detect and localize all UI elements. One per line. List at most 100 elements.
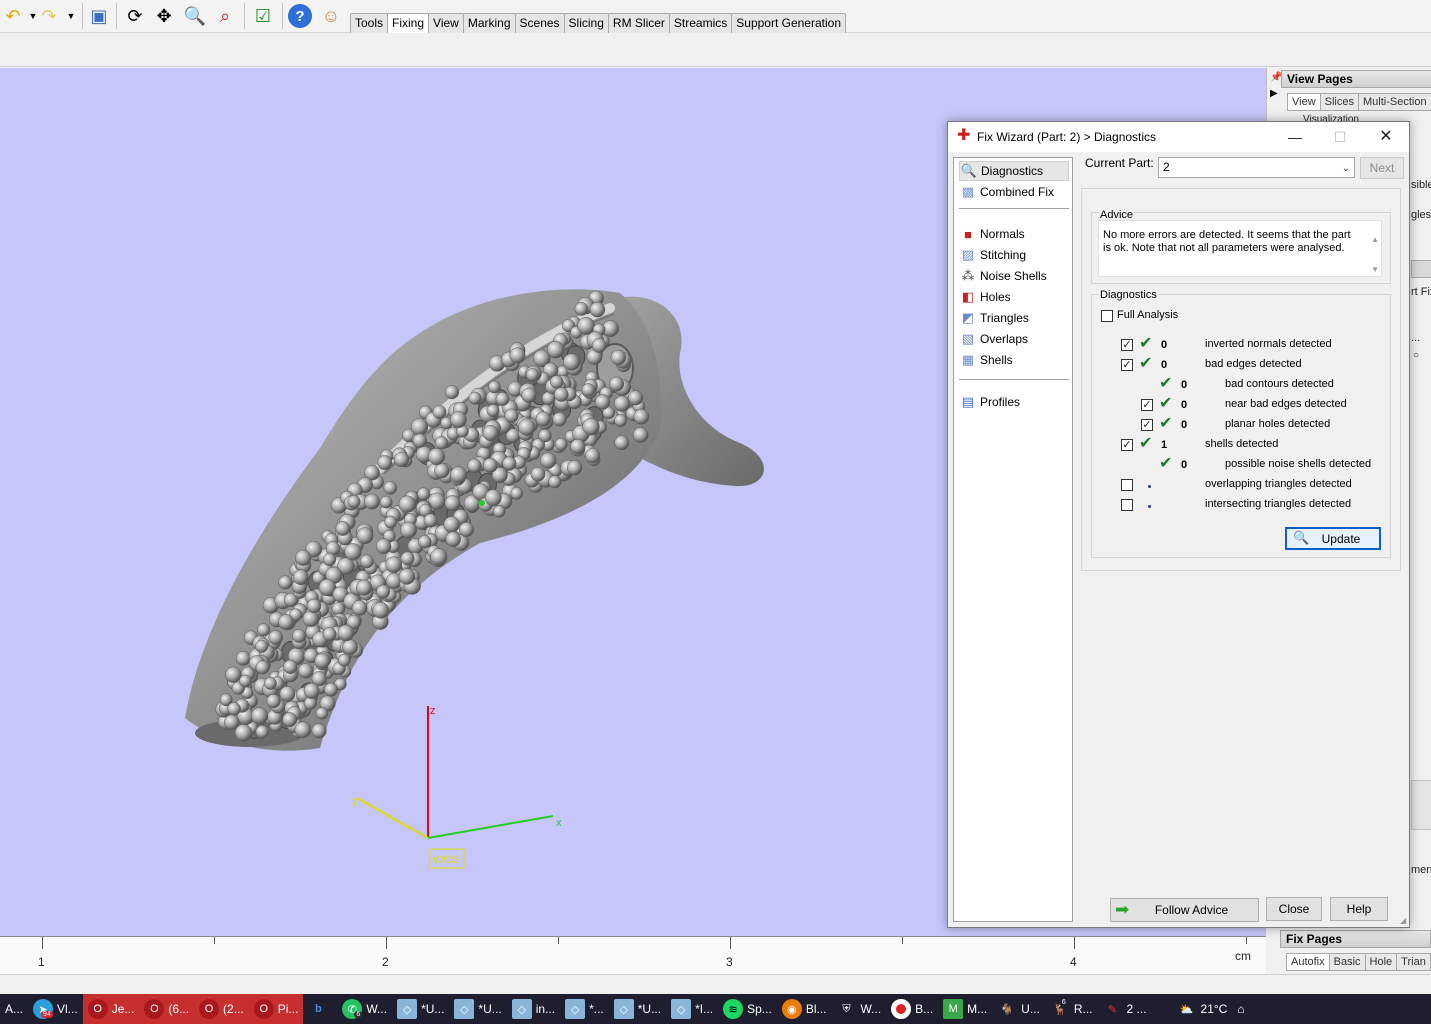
overlapping-triangles-checkbox[interactable] <box>1121 479 1133 491</box>
dialog-titlebar[interactable]: ✚ Fix Wizard (Part: 2) > Diagnostics — ☐… <box>948 122 1409 152</box>
taskbar-item-opera[interactable]: O (2... <box>194 994 249 1024</box>
check-icon: ✔ <box>1159 395 1173 412</box>
status-dot <box>1148 505 1151 508</box>
ruler-tick <box>730 937 731 949</box>
taskbar-item-blender[interactable]: ◉ Bl... <box>777 994 832 1024</box>
help-icon[interactable]: ? <box>288 4 312 28</box>
close-button[interactable]: Close <box>1266 897 1322 921</box>
taskbar-item-bing[interactable]: b <box>303 994 337 1024</box>
scroll-up-icon[interactable]: ▲ <box>1371 233 1379 246</box>
surface-sphere <box>268 630 284 645</box>
nav-item-normals[interactable]: ■ Normals <box>959 224 1069 244</box>
tab-multi-section[interactable]: Multi-Section <box>1358 93 1431 111</box>
taskbar-item[interactable]: A... <box>0 994 28 1024</box>
nav-item-noise-shells[interactable]: ⁂ Noise Shells <box>959 266 1069 286</box>
part-model[interactable] <box>185 289 764 751</box>
zoom-icon[interactable]: 🔍 <box>182 3 208 29</box>
tab-basic[interactable]: Basic <box>1328 953 1366 971</box>
taskbar-item-app[interactable]: ◇ in... <box>507 994 560 1024</box>
surface-sphere <box>294 721 312 739</box>
chevron-down-icon: ⌄ <box>1341 163 1350 174</box>
minimize-icon[interactable]: — <box>1280 126 1310 148</box>
taskbar-item-security[interactable]: ⛨ W... <box>831 994 886 1024</box>
tab-slices[interactable]: Slices <box>1319 93 1359 111</box>
shells-checkbox[interactable]: ✓ <box>1121 439 1133 451</box>
pan-icon[interactable]: ✥ <box>151 3 177 29</box>
taskbar-item-magics[interactable]: M M... <box>938 994 992 1024</box>
nav-item-label: Stitching <box>980 248 1027 262</box>
follow-advice-button[interactable]: ➡ Follow Advice <box>1110 898 1259 922</box>
tab-hole[interactable]: Hole <box>1364 953 1398 971</box>
inverted-normals-checkbox[interactable]: ✓ <box>1121 339 1133 351</box>
taskbar-item-app[interactable]: ◇ *I... <box>666 994 718 1024</box>
taskbar-item-app[interactable]: 🦌 6 R... <box>1045 994 1098 1024</box>
taskbar-item-opera[interactable]: O (6... <box>139 994 195 1024</box>
taskbar-item-app[interactable]: ◇ *U... <box>449 994 506 1024</box>
bad-edges-checkbox[interactable]: ✓ <box>1121 359 1133 371</box>
near-bad-edges-checkbox[interactable]: ✓ <box>1141 399 1153 411</box>
nav-item-combined-fix[interactable]: ▩ Combined Fix <box>959 182 1069 202</box>
taskbar-item-telegram[interactable]: ➤ 94 Vl... <box>28 994 83 1024</box>
taskbar-item-recorder[interactable]: B... <box>886 994 938 1024</box>
select-part-icon[interactable]: ▣ <box>86 3 112 29</box>
nav-item-holes[interactable]: ◧ Holes <box>959 287 1069 307</box>
surface-sphere <box>486 404 500 418</box>
weather-widget[interactable]: ⛅ 21°C <box>1172 994 1233 1024</box>
nav-item-overlaps[interactable]: ▧ Overlaps <box>959 329 1069 349</box>
nav-item-profiles[interactable]: ▤ Profiles <box>959 392 1069 412</box>
tab-slicing[interactable]: Slicing <box>563 13 609 33</box>
tab-triangle[interactable]: Trian <box>1396 953 1431 971</box>
tab-rm-slicer[interactable]: RM Slicer <box>607 13 670 33</box>
zoom-fit-icon[interactable]: ⌕ <box>212 3 238 29</box>
taskbar-item-opera[interactable]: O Je... <box>82 994 140 1024</box>
taskbar-item-spotify[interactable]: ≋ Sp... <box>718 994 777 1024</box>
taskbar-item-app[interactable]: ◇ *... <box>560 994 609 1024</box>
taskbar-item-app[interactable]: ◇ *U... <box>609 994 666 1024</box>
close-icon[interactable]: ✕ <box>1371 126 1401 148</box>
tray-icon[interactable]: ⌂ <box>1232 994 1249 1024</box>
full-analysis-checkbox[interactable] <box>1101 310 1113 322</box>
fix-wizard-icon: ✚ <box>957 127 971 144</box>
radio-fragment-icon[interactable]: ○ <box>1413 350 1419 361</box>
tab-support-generation[interactable]: Support Generation <box>731 13 847 33</box>
fix-pages-panel: Fix Pages Autofix Basic Hole Trian <box>1266 928 1431 974</box>
nav-item-diagnostics[interactable]: 🔍 Diagnostics <box>959 161 1069 181</box>
nav-item-triangles[interactable]: ◩ Triangles <box>959 308 1069 328</box>
tab-streamics[interactable]: Streamics <box>668 13 733 33</box>
next-button[interactable]: Next <box>1360 157 1404 179</box>
tab-view[interactable]: View <box>1287 93 1321 111</box>
taskbar-item-opera[interactable]: O Pi... <box>248 994 304 1024</box>
bad-contours-count: 0 <box>1181 379 1188 391</box>
tab-autofix[interactable]: Autofix <box>1286 953 1330 971</box>
app-icon: ◇ <box>397 999 418 1019</box>
current-part-select[interactable]: 2 ⌄ <box>1158 157 1355 178</box>
update-button[interactable]: 🔍 Update <box>1285 527 1381 550</box>
tab-tools[interactable]: Tools <box>350 13 389 33</box>
surface-sphere <box>347 495 361 509</box>
surface-sphere <box>432 405 447 419</box>
maximize-icon[interactable]: ☐ <box>1325 126 1355 148</box>
nav-item-shells[interactable]: ▦ Shells <box>959 350 1069 370</box>
resize-grip-icon[interactable]: ◢ <box>1400 916 1406 925</box>
scroll-down-icon[interactable]: ▼ <box>1371 263 1379 276</box>
expand-icon[interactable]: ▶ <box>1270 88 1278 99</box>
surface-sphere <box>410 418 429 436</box>
tab-fixing[interactable]: Fixing <box>387 13 430 34</box>
tab-marking[interactable]: Marking <box>462 13 516 33</box>
checklist-icon[interactable]: ☑ <box>250 3 276 29</box>
surface-sphere <box>444 385 460 400</box>
rotate-icon[interactable]: ⟳ <box>122 3 148 29</box>
redo-dropdown-icon[interactable]: ▼ <box>58 3 84 29</box>
taskbar-item-app[interactable]: ◇ *U... <box>392 994 449 1024</box>
nav-item-stitching[interactable]: ▨ Stitching <box>959 245 1069 265</box>
planar-holes-checkbox[interactable]: ✓ <box>1141 419 1153 431</box>
help-button[interactable]: Help <box>1330 897 1388 921</box>
tab-view[interactable]: View <box>428 13 464 33</box>
tab-scenes[interactable]: Scenes <box>514 13 565 33</box>
intersecting-triangles-checkbox[interactable] <box>1121 499 1133 511</box>
taskbar-item-whatsapp[interactable]: ✆ 6 W... <box>337 994 392 1024</box>
assistant-icon[interactable]: ☺ <box>318 3 344 29</box>
taskbar-item-app[interactable]: 🐐 U... <box>992 994 1045 1024</box>
full-analysis-label: Full Analysis <box>1117 309 1179 321</box>
taskbar-item-app[interactable]: ✎ 2 ... <box>1098 994 1152 1024</box>
